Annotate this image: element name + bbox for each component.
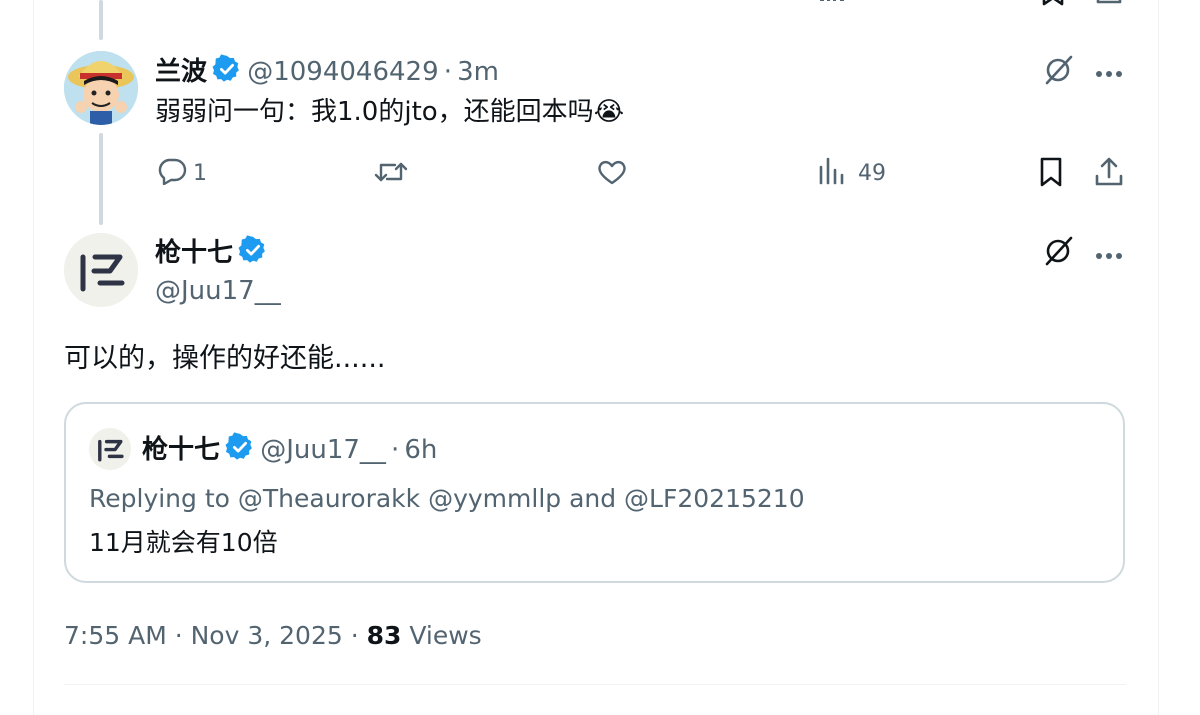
main-tweet-text: 可以的，操作的好还能...... [64, 343, 386, 374]
reply-bookmark-button[interactable] [1038, 156, 1064, 192]
reply-share-button[interactable] [1094, 156, 1124, 192]
crying-emoji: 😭 [593, 97, 625, 127]
thread-line-top [99, 0, 103, 40]
thread-line-middle [99, 133, 103, 225]
reply-avatar[interactable] [64, 51, 138, 125]
reply-grok-icon[interactable] [1043, 55, 1075, 89]
quoted-replying-to: Replying to @Theaurorakk @yymmllp and @L… [89, 482, 805, 516]
quoted-avatar[interactable] [89, 428, 131, 470]
main-views-count: 83 [366, 621, 402, 650]
reply-icon [157, 157, 187, 189]
reply-display-name[interactable]: 兰波 [155, 57, 207, 87]
like-icon [596, 160, 628, 190]
reply-count: 1 [193, 160, 207, 186]
quoted-separator: · [391, 435, 400, 465]
main-timestamp[interactable]: 7:55 AM · Nov 3, 2025 · [64, 621, 367, 650]
main-grok-icon[interactable] [1043, 236, 1075, 270]
replying-prefix: Replying to [89, 484, 238, 513]
previous-views-icon[interactable] [820, 0, 844, 1]
bookmark-icon [1038, 157, 1064, 192]
main-verified-badge-icon[interactable] [238, 235, 268, 277]
quoted-text: 11月就会有10倍 [89, 528, 278, 557]
quoted-display-name: 枪十七 [142, 435, 221, 465]
reply-reply-button[interactable]: 1 [157, 158, 207, 188]
previous-bookmark-icon[interactable] [1040, 0, 1066, 10]
reply-views-count: 49 [858, 160, 886, 186]
main-more-icon[interactable] [1094, 246, 1124, 265]
main-timestamp-row: 7:55 AM · Nov 3, 2025 · 83 Views [64, 619, 482, 653]
quoted-header: 枪十七 @Juu17__ · 6h [142, 432, 437, 466]
quoted-verified-badge-icon [225, 432, 255, 474]
verified-badge-icon[interactable] [212, 54, 242, 96]
reply-more-icon[interactable] [1094, 64, 1124, 83]
quoted-time: 6h [404, 435, 438, 465]
reply-retweet-button[interactable] [373, 158, 409, 190]
main-display-name[interactable]: 枪十七 [155, 238, 233, 268]
previous-tweet-actions [150, 0, 1130, 6]
reply-separator: · [443, 57, 452, 87]
reply-time[interactable]: 3m [457, 57, 499, 87]
previous-share-icon[interactable] [1095, 0, 1123, 10]
reply-like-button[interactable] [596, 158, 628, 190]
reply-text: 弱弱问一句：我1.0的jto，还能回本吗😭 [155, 94, 624, 130]
reply-handle[interactable]: @1094046429 [247, 57, 438, 87]
main-avatar[interactable] [64, 233, 138, 307]
main-views-label: Views [401, 621, 482, 650]
reply-views-button[interactable]: 49 [818, 157, 886, 189]
share-icon [1094, 157, 1124, 192]
reply-text-content: 弱弱问一句：我1.0的jto，还能回本吗 [155, 97, 594, 127]
views-icon [818, 157, 846, 189]
reply-header: 兰波 @1094046429 · 3m [155, 54, 499, 88]
replying-mentions: @Theaurorakk @yymmllp and @LF20215210 [237, 484, 805, 513]
divider [64, 684, 1126, 685]
quoted-handle: @Juu17__ [260, 435, 386, 465]
retweet-icon [373, 162, 409, 190]
main-handle[interactable]: @Juu17__ [155, 275, 281, 307]
main-name-row: 枪十七 [155, 235, 268, 269]
